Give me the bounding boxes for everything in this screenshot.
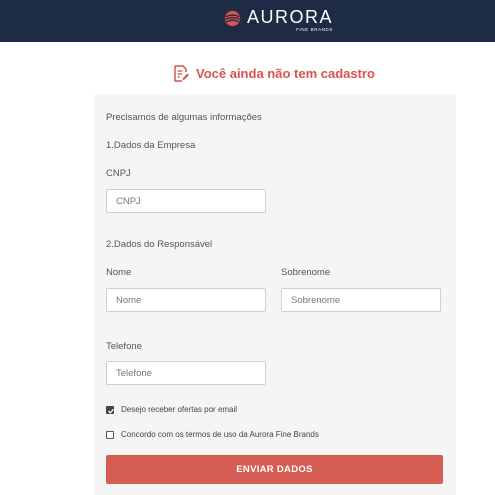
top-header-bar: AURORA FINE BRANDS [0,0,495,42]
page-title: Você ainda não tem cadastro [174,65,375,82]
offers-checkbox[interactable] [106,406,114,414]
checkmark-icon [108,408,114,414]
document-edit-icon [174,65,189,82]
terms-checkbox[interactable] [106,431,114,439]
surname-label: Sobrenome [281,267,331,278]
section-responsible-heading: 2.Dados do Responsável [106,239,213,250]
name-label: Nome [106,267,132,278]
form-intro-text: Precisamos de algumas informações [106,112,262,123]
cnpj-input[interactable] [106,189,266,213]
terms-checkbox-label[interactable]: Concordo com os termos de uso da Aurora … [121,430,319,439]
offers-checkbox-label[interactable]: Desejo receber ofertas por email [121,405,237,414]
logo-tagline: FINE BRANDS [296,27,334,32]
aurora-logo[interactable]: AURORA FINE BRANDS [224,7,333,33]
aurora-globe-icon [224,10,241,27]
cnpj-label: CNPJ [106,168,131,179]
page-title-text: Você ainda não tem cadastro [196,66,375,81]
surname-input[interactable] [281,288,441,312]
phone-label: Telefone [106,341,142,352]
submit-button[interactable]: ENVIAR DADOS [106,455,443,484]
logo-wordmark: AURORA [247,7,334,27]
name-input[interactable] [106,288,266,312]
section-company-heading: 1.Dados da Empresa [106,140,196,151]
phone-input[interactable] [106,361,266,385]
